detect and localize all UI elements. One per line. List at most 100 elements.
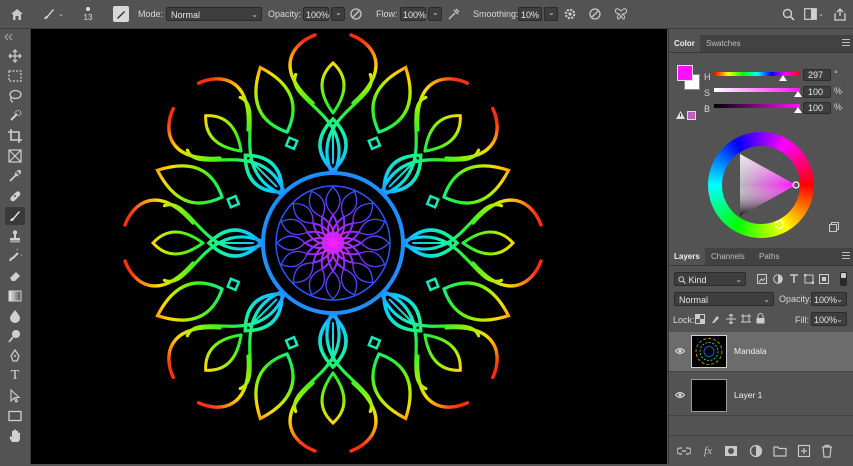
fill-field[interactable]: 100% ⌄	[811, 312, 847, 326]
smoothing-options-button[interactable]	[562, 6, 578, 22]
layer-name[interactable]: Layer 1	[734, 390, 762, 400]
home-button[interactable]	[9, 6, 25, 22]
s-unit: %	[834, 86, 843, 96]
filter-smart-object-icon[interactable]	[819, 274, 829, 284]
opacity-field[interactable]: 100%	[303, 7, 329, 21]
pressure-size-button[interactable]	[587, 6, 603, 22]
hand-tool[interactable]	[5, 427, 25, 445]
adjustment-layer-icon[interactable]	[749, 444, 763, 458]
healing-brush-tool[interactable]	[5, 187, 25, 205]
layer-opacity-field[interactable]: 100% ⌄	[811, 292, 847, 306]
visibility-eye-icon[interactable]	[675, 346, 685, 356]
lock-artboard-icon[interactable]	[741, 314, 751, 324]
rectangle-tool[interactable]	[5, 407, 25, 425]
path-select-tool[interactable]	[5, 387, 25, 405]
type-tool[interactable]: T	[5, 367, 25, 385]
layer-filter-select[interactable]: Kind ⌄	[674, 272, 746, 286]
filter-type-icon[interactable]	[789, 274, 799, 284]
visibility-eye-icon[interactable]	[675, 390, 685, 400]
tab-channels[interactable]: Channels	[706, 248, 750, 265]
quick-select-tool[interactable]	[5, 107, 25, 125]
hue-wheel-marker[interactable]	[775, 220, 784, 229]
brush-settings-button[interactable]	[113, 6, 129, 22]
blur-tool[interactable]	[5, 307, 25, 325]
frame-tool[interactable]	[5, 147, 25, 165]
panel-menu-icon[interactable]	[842, 39, 850, 47]
eraser-tool[interactable]	[5, 267, 25, 285]
tab-paths[interactable]: Paths	[754, 248, 784, 265]
lasso-tool[interactable]	[5, 87, 25, 105]
s-slider[interactable]	[714, 88, 800, 92]
collapse-arrows-icon[interactable]	[0, 33, 30, 41]
lock-position-icon[interactable]	[726, 314, 736, 324]
workspace-button[interactable]: ⌄	[803, 6, 825, 22]
filter-adjustment-icon[interactable]	[773, 274, 783, 284]
pen-tool[interactable]	[5, 347, 25, 365]
color-settings-icon[interactable]	[829, 222, 839, 232]
h-field[interactable]: 297	[803, 69, 831, 81]
tab-layers[interactable]: Layers	[669, 248, 705, 265]
s-field[interactable]: 100	[803, 86, 831, 98]
new-layer-icon[interactable]	[797, 444, 811, 458]
lock-all-icon[interactable]	[756, 313, 765, 324]
lock-transparent-icon[interactable]	[695, 314, 705, 324]
mode-value: Normal	[171, 10, 201, 20]
filter-shape-icon[interactable]	[804, 274, 814, 284]
document-canvas[interactable]	[31, 29, 667, 464]
panel-menu-icon[interactable]	[842, 252, 850, 260]
layer-row-layer-1[interactable]: Layer 1	[669, 376, 853, 416]
brush-tool-icon	[10, 211, 20, 221]
fx-button[interactable]: fx	[701, 444, 715, 458]
marquee-tool[interactable]	[5, 67, 25, 85]
lock-pixels-icon[interactable]	[711, 314, 721, 324]
h-slider-thumb[interactable]	[779, 75, 787, 81]
layer-row-mandala[interactable]: Mandala	[669, 332, 853, 372]
b-field[interactable]: 100	[803, 102, 831, 114]
tab-color[interactable]: Color	[669, 35, 700, 52]
gradient-tool[interactable]	[5, 287, 25, 305]
flow-field[interactable]: 100%	[400, 7, 426, 21]
layer-opacity-value: 100%	[814, 295, 838, 305]
butterfly-icon	[614, 8, 628, 20]
new-group-icon[interactable]	[773, 444, 787, 458]
layer-name[interactable]: Mandala	[734, 346, 767, 356]
s-slider-thumb[interactable]	[794, 91, 802, 97]
smoothing-field[interactable]: 10%	[518, 7, 542, 21]
filter-pixel-icon[interactable]	[757, 274, 767, 284]
share-icon	[834, 7, 846, 21]
tab-swatches[interactable]: Swatches	[701, 35, 746, 52]
mandala-stroke	[254, 65, 295, 134]
blend-mode-select[interactable]: Normal ⌄	[674, 292, 774, 306]
eyedropper-tool[interactable]	[5, 167, 25, 185]
crop-tool[interactable]	[5, 127, 25, 145]
airbrush-button[interactable]	[446, 7, 462, 21]
mode-select[interactable]: Normal ⌄	[166, 7, 262, 21]
brush-tool[interactable]	[5, 207, 25, 225]
smoothing-dropdown[interactable]: ⌄	[544, 7, 558, 21]
b-slider-thumb[interactable]	[794, 107, 802, 113]
mandala-stroke	[123, 259, 195, 288]
clone-stamp-tool[interactable]	[5, 227, 25, 245]
history-brush-tool[interactable]	[5, 247, 25, 265]
pressure-opacity-button[interactable]	[348, 7, 364, 21]
b-slider[interactable]	[714, 104, 800, 108]
move-tool[interactable]	[5, 47, 25, 65]
link-layers-icon[interactable]	[677, 444, 691, 458]
color-triangle[interactable]	[722, 146, 800, 224]
color-panel-tabs: Color Swatches	[669, 35, 853, 53]
share-button[interactable]	[832, 6, 848, 22]
healing-brush-icon	[10, 191, 21, 202]
brush-preset-button[interactable]: ⌄	[40, 6, 66, 22]
trash-icon[interactable]	[820, 444, 834, 458]
filter-toggle[interactable]	[840, 272, 847, 286]
opacity-dropdown[interactable]: ⌄	[331, 7, 345, 21]
mandala-stroke	[442, 164, 511, 205]
gamut-swatch[interactable]	[687, 111, 696, 120]
symmetry-button[interactable]	[613, 6, 629, 22]
flow-dropdown[interactable]: ⌄	[428, 7, 442, 21]
dodge-tool[interactable]	[5, 327, 25, 345]
search-button[interactable]	[780, 6, 796, 22]
h-slider[interactable]	[714, 72, 800, 76]
brush-size-preview[interactable]: 13	[78, 2, 98, 26]
add-mask-icon[interactable]	[724, 444, 738, 458]
